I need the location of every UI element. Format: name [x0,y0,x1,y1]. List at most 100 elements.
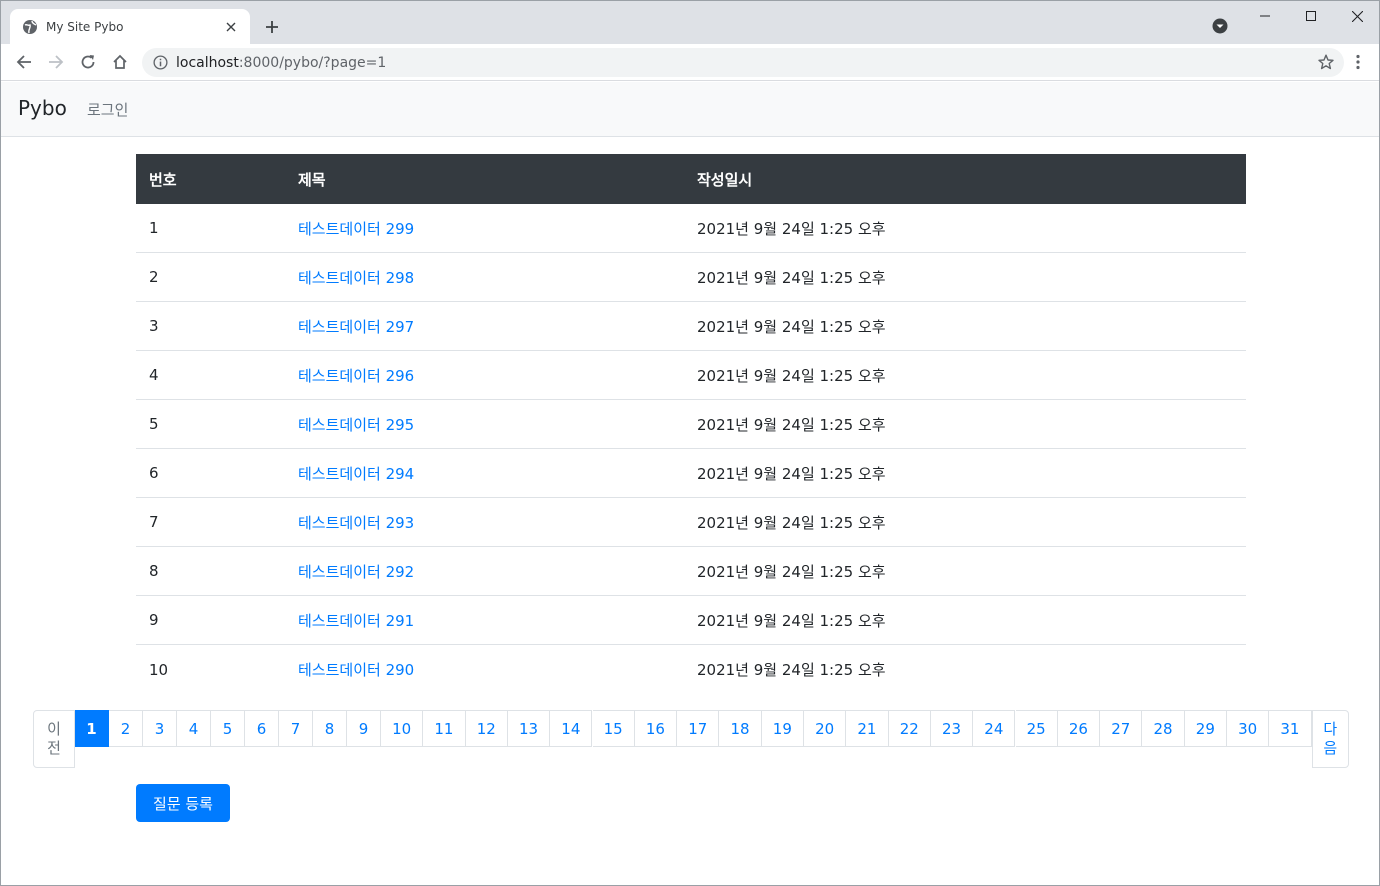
url-path: :8000/pybo/?page=1 [238,54,387,71]
prev-page-button[interactable]: 이전 [33,710,75,768]
header-subject: 제목 [298,170,326,189]
question-link[interactable]: 테스트데이터 295 [298,416,414,434]
page-16-button[interactable]: 16 [634,710,678,747]
question-link[interactable]: 테스트데이터 294 [298,465,414,483]
home-icon[interactable] [108,50,132,74]
page-13-button[interactable]: 13 [507,710,551,747]
page-31-button[interactable]: 31 [1269,710,1312,747]
page-26-button[interactable]: 26 [1057,710,1101,747]
page-20-button[interactable]: 20 [804,710,847,747]
page-11-button[interactable]: 11 [423,710,466,747]
brand-link[interactable]: Pybo [18,96,67,120]
page-18-button[interactable]: 18 [719,710,762,747]
browser-tab[interactable]: My Site Pybo [10,9,250,44]
page-19-button[interactable]: 19 [761,710,804,747]
page-29-button[interactable]: 29 [1184,710,1227,747]
question-link[interactable]: 테스트데이터 296 [298,367,414,385]
tab-title: My Site Pybo [46,19,124,34]
table-row: 2 테스트데이터 298 2021년 9월 24일 1:25 오후 [136,253,1246,302]
page-7-button[interactable]: 7 [279,710,313,747]
question-link[interactable]: 테스트데이터 291 [298,612,414,630]
prev-label-2: 전 [47,739,61,757]
page-4-button[interactable]: 4 [177,710,211,747]
site-navbar: Pybo 로그인 [1,82,1379,137]
page-12-button[interactable]: 12 [465,710,508,747]
table-row: 6 테스트데이터 294 2021년 9월 24일 1:25 오후 [136,449,1246,498]
tab-search-icon[interactable] [1211,17,1229,35]
row-number: 2 [149,268,159,286]
page-30-button[interactable]: 30 [1227,710,1270,747]
page-5-button[interactable]: 5 [211,710,245,747]
question-table: 번호 제목 작성일시 1 테스트데이터 299 2021년 9월 24일 1:2… [136,154,1246,694]
table-header: 번호 제목 작성일시 [136,154,1246,204]
question-link[interactable]: 테스트데이터 290 [298,661,414,679]
next-label-1: 다 [1323,720,1338,738]
page-9-button[interactable]: 9 [347,710,381,747]
page-17-button[interactable]: 17 [677,710,720,747]
page-8-button[interactable]: 8 [313,710,347,747]
page-15-button[interactable]: 15 [592,710,635,747]
question-link[interactable]: 테스트데이터 293 [298,514,414,532]
close-window-icon[interactable] [1334,1,1379,31]
page-25-button[interactable]: 25 [1015,710,1058,747]
row-date: 2021년 9월 24일 1:25 오후 [697,219,886,238]
page-27-button[interactable]: 27 [1100,710,1143,747]
globe-icon [22,19,38,35]
row-number: 7 [149,513,159,531]
page-6-button[interactable]: 6 [245,710,279,747]
new-tab-icon[interactable] [260,15,284,39]
page-21-button[interactable]: 21 [846,710,889,747]
table-row: 10 테스트데이터 290 2021년 9월 24일 1:25 오후 [136,645,1246,694]
page-23-button[interactable]: 23 [930,710,974,747]
row-number: 5 [149,415,159,433]
browser-window: My Site Pybo localhost:8000/pybo/?page=1… [0,0,1380,886]
maximize-icon[interactable] [1288,1,1334,31]
table-row: 1 테스트데이터 299 2021년 9월 24일 1:25 오후 [136,204,1246,253]
back-arrow-icon[interactable] [12,50,36,74]
page-14-button[interactable]: 14 [550,710,593,747]
page-24-button[interactable]: 24 [973,710,1016,747]
row-date: 2021년 9월 24일 1:25 오후 [697,661,886,679]
question-link[interactable]: 테스트데이터 299 [298,220,414,238]
table-row: 3 테스트데이터 297 2021년 9월 24일 1:25 오후 [136,302,1246,351]
row-date: 2021년 9월 24일 1:25 오후 [697,317,886,336]
row-number: 4 [149,366,159,384]
row-date: 2021년 9월 24일 1:25 오후 [697,366,886,385]
info-icon[interactable] [152,55,168,71]
table-row: 8 테스트데이터 292 2021년 9월 24일 1:25 오후 [136,547,1246,596]
table-row: 7 테스트데이터 293 2021년 9월 24일 1:25 오후 [136,498,1246,547]
url-host: localhost [176,54,239,71]
close-tab-icon[interactable] [222,18,240,36]
login-link[interactable]: 로그인 [87,99,128,120]
pagination: 이전 1 2 3 4 5 6 7 8 9 10 11 12 13 14 15 16 17 18 19 20 21 22 23… [33,710,1349,768]
question-link[interactable]: 테스트데이터 297 [298,318,414,336]
row-date: 2021년 9월 24일 1:25 오후 [697,611,886,630]
row-number: 3 [149,317,159,335]
row-date: 2021년 9월 24일 1:25 오후 [697,415,886,434]
next-page-button[interactable]: 다음 [1311,710,1349,768]
page-10-button[interactable]: 10 [381,710,424,747]
ask-question-button[interactable]: 질문 등록 [136,784,230,822]
header-date: 작성일시 [697,170,753,189]
menu-kebab-icon[interactable] [1350,52,1366,72]
prev-label-1: 이 [47,720,61,738]
browser-toolbar: localhost:8000/pybo/?page=1 [1,44,1379,81]
table-row: 5 테스트데이터 295 2021년 9월 24일 1:25 오후 [136,400,1246,449]
reload-icon[interactable] [76,50,100,74]
row-number: 8 [149,562,159,580]
page-22-button[interactable]: 22 [888,710,931,747]
page-2-button[interactable]: 2 [109,710,143,747]
tab-strip: My Site Pybo [1,1,1379,44]
page-3-button[interactable]: 3 [143,710,177,747]
bookmark-star-icon[interactable] [1317,53,1335,71]
question-link[interactable]: 테스트데이터 292 [298,563,414,581]
page-1-button[interactable]: 1 [75,710,109,747]
address-bar[interactable]: localhost:8000/pybo/?page=1 [142,48,1344,77]
forward-arrow-icon[interactable] [44,50,68,74]
table-row: 4 테스트데이터 296 2021년 9월 24일 1:25 오후 [136,351,1246,400]
question-link[interactable]: 테스트데이터 298 [298,269,414,287]
minimize-icon[interactable] [1242,1,1288,31]
row-date: 2021년 9월 24일 1:25 오후 [697,464,886,483]
row-number: 10 [149,660,169,679]
page-28-button[interactable]: 28 [1142,710,1185,747]
